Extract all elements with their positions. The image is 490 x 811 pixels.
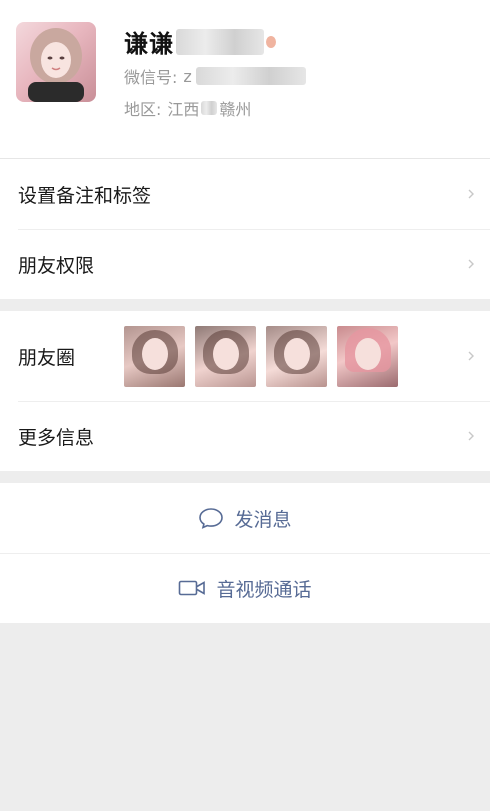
remark-and-tags-label: 设置备注和标签	[18, 184, 152, 207]
redacted-wechat-id	[195, 67, 306, 85]
info-group: 朋友圈 更多信息	[0, 311, 490, 471]
name-emoji	[266, 35, 276, 48]
section-divider	[0, 299, 490, 311]
chevron-right-icon	[468, 259, 474, 269]
video-call-label: 音视频通话	[216, 578, 312, 601]
empty-background	[0, 623, 490, 811]
redacted-region	[201, 101, 218, 115]
chevron-right-icon	[468, 189, 474, 199]
profile-header: 谦谦 微信号: z 地区: 江西 赣州	[0, 0, 490, 159]
actions-group: 发消息 音视频通话	[0, 483, 490, 623]
more-info-label: 更多信息	[18, 426, 95, 449]
moments-thumbnail	[195, 326, 256, 387]
wechat-id-row: 微信号: z	[124, 64, 306, 88]
section-divider	[0, 471, 490, 483]
region-province: 江西	[167, 100, 200, 119]
moments-thumbnails	[124, 326, 398, 387]
moments-thumbnail	[124, 326, 185, 387]
redacted-name	[176, 28, 264, 55]
moments-thumbnail	[337, 326, 398, 387]
region-city: 赣州	[219, 100, 252, 119]
moments-label: 朋友圈	[18, 346, 76, 369]
moments-row[interactable]: 朋友圈	[0, 311, 490, 401]
video-camera-icon	[179, 580, 206, 596]
region-label: 地区:	[124, 100, 162, 119]
friend-permission-row[interactable]: 朋友权限	[0, 229, 490, 299]
friend-permission-label: 朋友权限	[18, 254, 95, 277]
send-message-button[interactable]: 发消息	[0, 483, 490, 553]
contact-name: 谦谦	[124, 30, 174, 58]
remark-and-tags-row[interactable]: 设置备注和标签	[0, 159, 490, 229]
send-message-label: 发消息	[234, 508, 292, 531]
name-row: 谦谦	[124, 24, 276, 59]
avatar[interactable]	[16, 22, 96, 102]
wechat-id-prefix: z	[183, 66, 192, 86]
region-row: 地区: 江西 赣州	[124, 96, 251, 120]
avatar-image	[28, 28, 84, 102]
moments-thumbnail	[266, 326, 327, 387]
chat-bubble-icon	[199, 508, 224, 529]
wechat-id-label: 微信号:	[124, 68, 178, 87]
chevron-right-icon	[468, 431, 474, 441]
settings-group: 设置备注和标签 朋友权限	[0, 159, 490, 299]
more-info-row[interactable]: 更多信息	[0, 401, 490, 471]
chevron-right-icon	[468, 351, 474, 361]
video-call-button[interactable]: 音视频通话	[0, 553, 490, 623]
